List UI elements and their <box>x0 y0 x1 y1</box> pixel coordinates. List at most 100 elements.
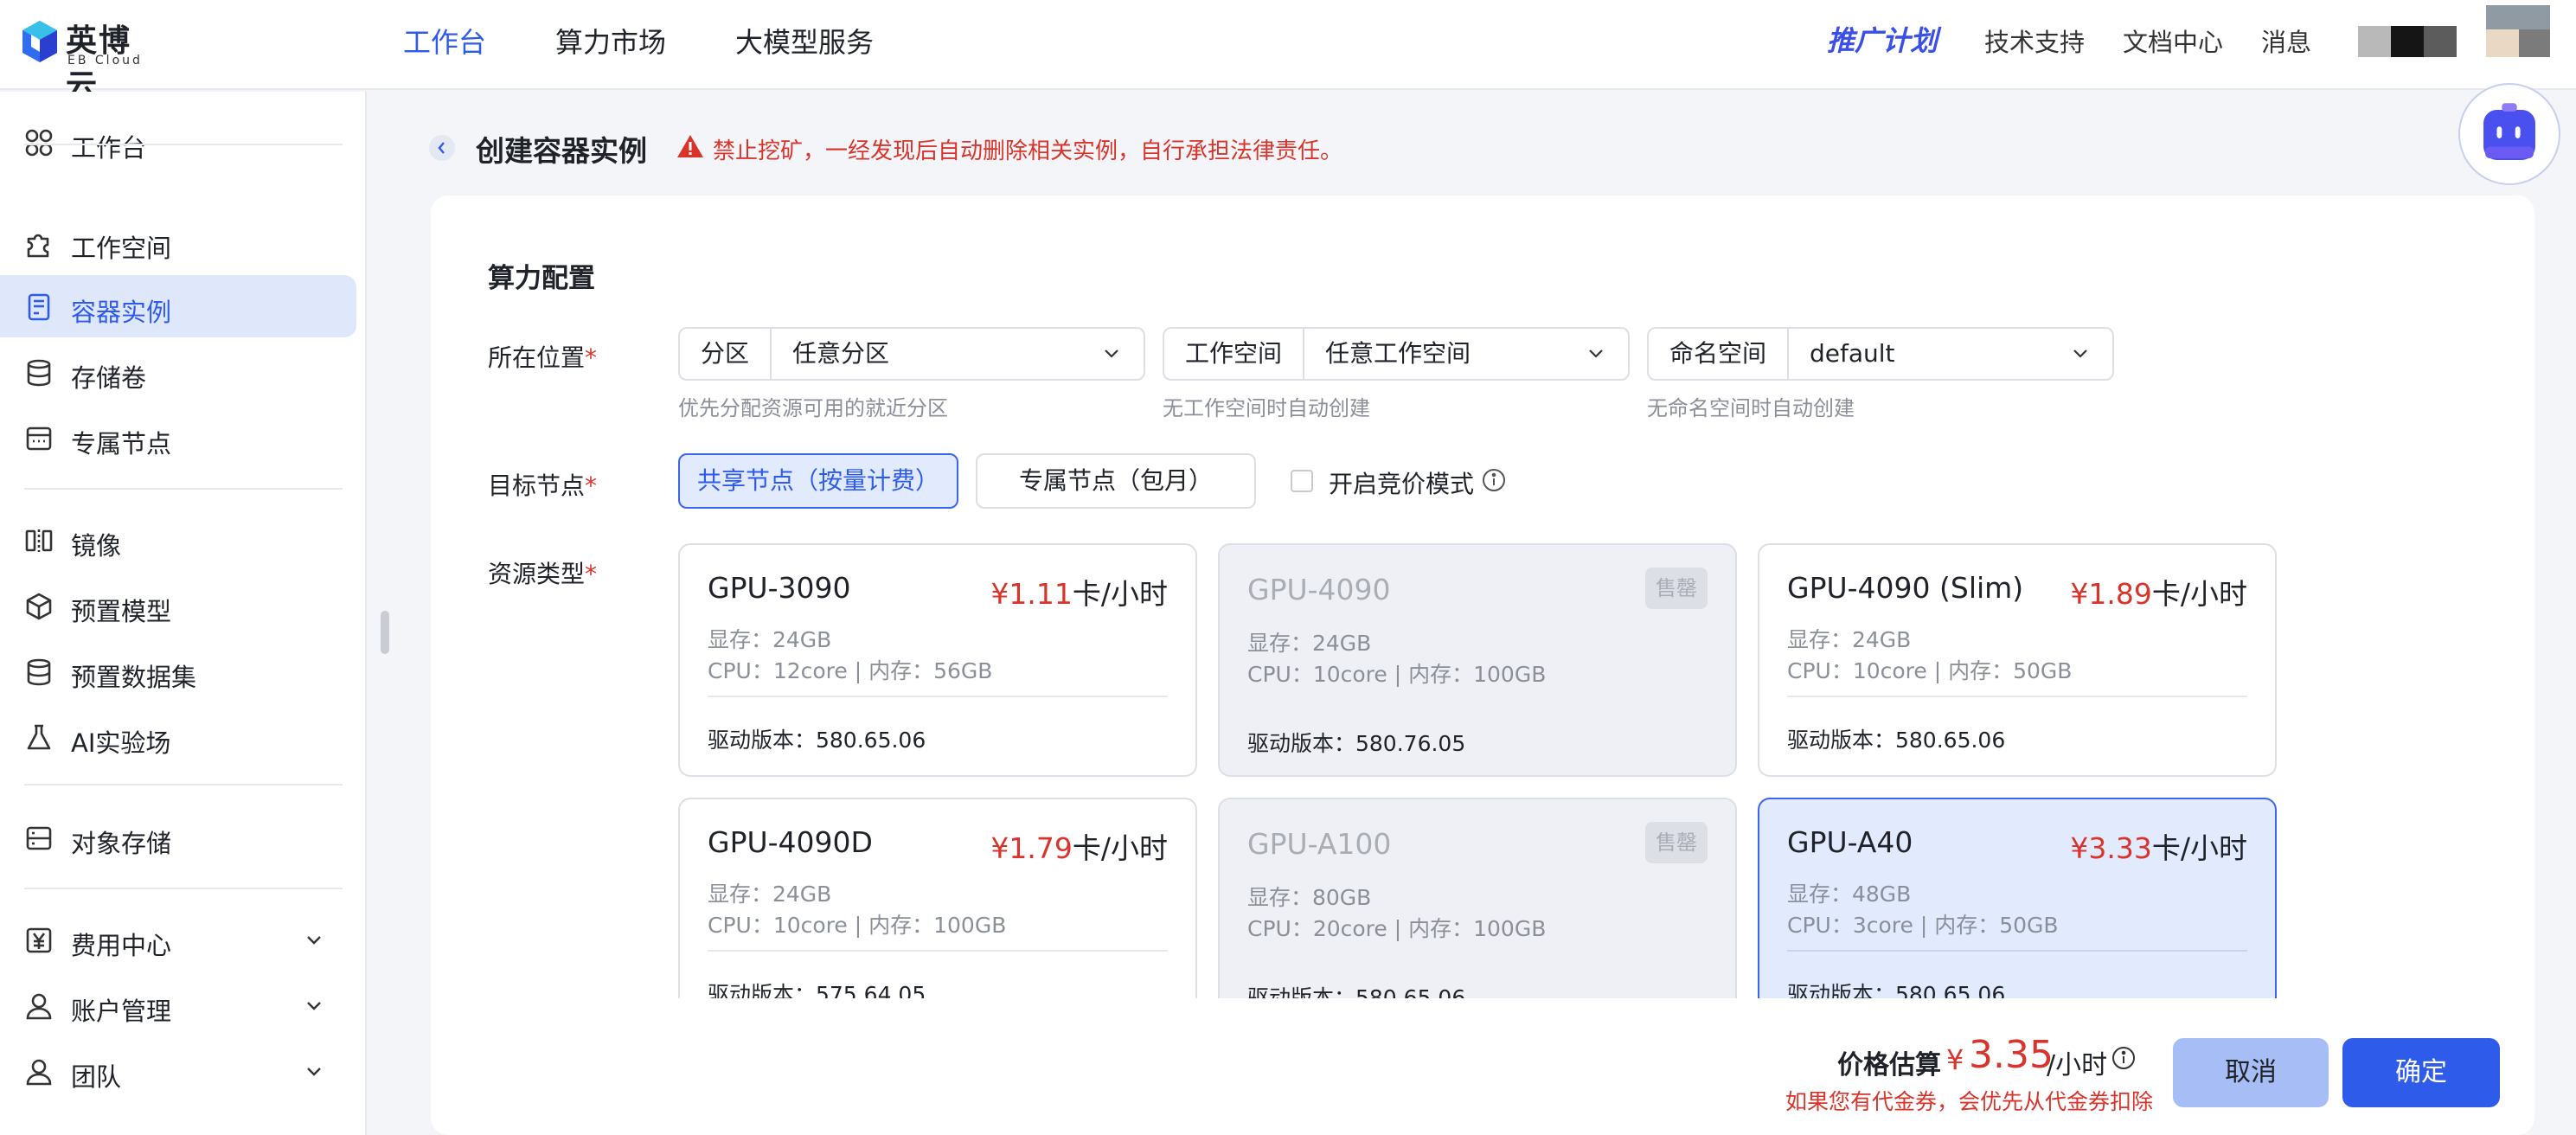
storage-icon <box>26 826 52 850</box>
gpu-vram: 显存：24GB <box>1787 627 1912 652</box>
sidebar-item-storage-volume[interactable]: 存储卷 <box>0 341 356 403</box>
namespace-select[interactable]: 命名空间 default <box>1647 327 2114 381</box>
gpu-vram: 显存：80GB <box>1247 885 1372 910</box>
zone-value: 任意分区 <box>792 339 890 368</box>
confirm-button[interactable]: 确定 <box>2342 1038 2500 1107</box>
sidebar-item-label: 镜像 <box>71 531 122 561</box>
top-header: 英博云 EB Cloud 工作台 算力市场 大模型服务 推广计划 技术支持 文档… <box>0 0 2576 104</box>
sidebar-item-ai-lab[interactable]: AI实验场 <box>0 706 356 768</box>
divider <box>708 696 1168 697</box>
cancel-button[interactable]: 取消 <box>2173 1038 2329 1107</box>
gpu-vram: 显存：24GB <box>1247 631 1372 656</box>
resource-type-label: 资源类型* <box>488 560 598 588</box>
gpu-card-a100: GPU-A100 售罄 显存：80GB CPU：20core | 内存：100G… <box>1218 798 1737 998</box>
sidebar-item-dedicated-node[interactable]: 专属节点 <box>0 407 356 469</box>
gpu-vram: 显存：24GB <box>708 882 832 907</box>
gpu-vram: 显存：24GB <box>708 627 832 652</box>
price-amount: 3.35 <box>1969 1033 2054 1077</box>
gpu-cpu-mem: CPU：10core | 内存：50GB <box>1787 658 2073 683</box>
workspace-prefix: 工作空间 <box>1164 329 1305 379</box>
sidebar-item-preset-dataset[interactable]: 预置数据集 <box>0 640 356 702</box>
sidebar-item-account[interactable]: 账户管理 <box>0 974 356 1036</box>
workspace-select[interactable]: 工作空间 任意工作空间 <box>1163 327 1630 381</box>
sidebar-item-team[interactable]: 团队 <box>0 1040 356 1102</box>
sidebar-item-label: 存储卷 <box>71 363 147 393</box>
sidebar-panel: 工作台 工作空间 容器实例 存储卷 专属节点 镜像 预置模型 预置数据集 AI实… <box>0 92 367 1135</box>
sidebar-item-container-instance[interactable]: 容器实例 <box>0 275 356 337</box>
sidebar-item-object-storage[interactable]: 对象存储 <box>0 806 356 869</box>
gpu-name: GPU-4090D <box>708 825 873 859</box>
container-icon <box>28 293 50 321</box>
sidebar-item-workspace[interactable]: 工作空间 <box>0 211 356 273</box>
gpu-grid: GPU-3090 ¥1.11卡/小时 显存：24GB CPU：12core | … <box>675 538 2301 998</box>
nav-llm-service[interactable]: 大模型服务 <box>735 21 874 61</box>
logo[interactable]: 英博云 EB Cloud <box>21 16 159 104</box>
zone-select[interactable]: 分区 任意分区 <box>678 327 1145 381</box>
flask-icon <box>27 724 51 750</box>
sidebar-divider <box>24 784 343 786</box>
section-title: 算力配置 <box>488 263 595 294</box>
gpu-card-3090[interactable]: GPU-3090 ¥1.11卡/小时 显存：24GB CPU：12core | … <box>678 543 1197 777</box>
mirror-icon <box>25 529 53 552</box>
sidebar-divider <box>24 144 343 145</box>
assistant-bot-button[interactable] <box>2458 83 2560 185</box>
gpu-name: GPU-A100 <box>1247 827 1392 861</box>
dataset-icon <box>27 658 51 686</box>
gpu-driver: 驱动版本：580.65.06 <box>708 728 926 753</box>
nav-compute-market[interactable]: 算力市场 <box>555 21 666 61</box>
shared-node-option[interactable]: 共享节点（按量计费） <box>678 453 958 509</box>
gpu-driver: 驱动版本：580.65.06 <box>1787 728 2006 753</box>
gpu-cpu-mem: CPU：3core | 内存：50GB <box>1787 913 2059 938</box>
sidebar-item-label: 工作台 <box>71 133 147 163</box>
page-title: 创建容器实例 <box>476 134 647 168</box>
gpu-cpu-mem: CPU：12core | 内存：56GB <box>708 658 993 683</box>
bidding-checkbox[interactable] <box>1291 470 1313 492</box>
gpu-name: GPU-4090 (Slim) <box>1787 571 2024 605</box>
sidebar-item-label: 预置数据集 <box>71 663 197 692</box>
gpu-card-4090-slim[interactable]: GPU-4090 (Slim) ¥1.89卡/小时 显存：24GB CPU：10… <box>1758 543 2277 777</box>
target-node-label: 目标节点* <box>488 471 598 500</box>
sidebar-resize-handle[interactable] <box>381 611 389 654</box>
chevron-down-icon <box>1105 349 1118 358</box>
docs-center-link[interactable]: 文档中心 <box>2123 22 2223 59</box>
price-info-icon[interactable] <box>2111 1045 2137 1071</box>
robot-icon <box>2483 103 2535 160</box>
promo-plan-link[interactable]: 推广计划 <box>1827 19 1938 59</box>
chevron-down-icon <box>2073 349 2087 358</box>
zone-prefix: 分区 <box>680 329 772 379</box>
database-icon <box>27 359 51 387</box>
gpu-price: ¥3.33卡/小时 <box>2070 831 2247 865</box>
price-unit: /小时 <box>2047 1050 2108 1080</box>
sidebar-item-label: 对象存储 <box>71 829 172 858</box>
sidebar-item-billing[interactable]: 费用中心 <box>0 908 356 971</box>
back-button[interactable] <box>429 135 455 161</box>
sidebar-item-label: 工作空间 <box>71 234 172 263</box>
messages-link[interactable]: 消息 <box>2261 22 2311 59</box>
sidebar-item-workbench[interactable]: 工作台 <box>0 111 356 173</box>
gpu-price: ¥1.89卡/小时 <box>2070 577 2247 611</box>
sidebar-item-label: 团队 <box>71 1062 122 1092</box>
gpu-price: ¥1.79卡/小时 <box>990 831 1168 865</box>
cube-icon <box>26 593 52 620</box>
sold-out-badge: 售罄 <box>1645 822 1708 863</box>
sold-out-badge: 售罄 <box>1645 568 1708 609</box>
workspace-hint: 无工作空间时自动创建 <box>1163 396 1370 420</box>
avatar[interactable] <box>2486 5 2550 57</box>
sidebar-item-label: 预置模型 <box>71 597 172 626</box>
dedicated-node-option[interactable]: 专属节点（包月） <box>976 453 1256 509</box>
user-name-redacted[interactable] <box>2358 26 2457 57</box>
nav-workbench[interactable]: 工作台 <box>403 21 486 61</box>
sidebar-item-preset-model[interactable]: 预置模型 <box>0 574 356 637</box>
sidebar-item-label: 容器实例 <box>71 298 172 327</box>
grid-icon <box>25 129 53 157</box>
gpu-card-4090: GPU-4090 售罄 显存：24GB CPU：10core | 内存：100G… <box>1218 543 1737 777</box>
gpu-card-4090d[interactable]: GPU-4090D ¥1.79卡/小时 显存：24GB CPU：10core |… <box>678 798 1197 998</box>
info-icon[interactable] <box>1481 467 1507 493</box>
sidebar-item-image[interactable]: 镜像 <box>0 509 356 571</box>
namespace-hint: 无命名空间时自动创建 <box>1647 396 1855 420</box>
gpu-card-a40[interactable]: GPU-A40 ¥3.33卡/小时 显存：48GB CPU：3core | 内存… <box>1758 798 2277 998</box>
divider <box>1787 950 2247 952</box>
sidebar-item-label: AI实验场 <box>71 728 171 758</box>
server-icon <box>26 426 52 451</box>
tech-support-link[interactable]: 技术支持 <box>1984 22 2085 59</box>
